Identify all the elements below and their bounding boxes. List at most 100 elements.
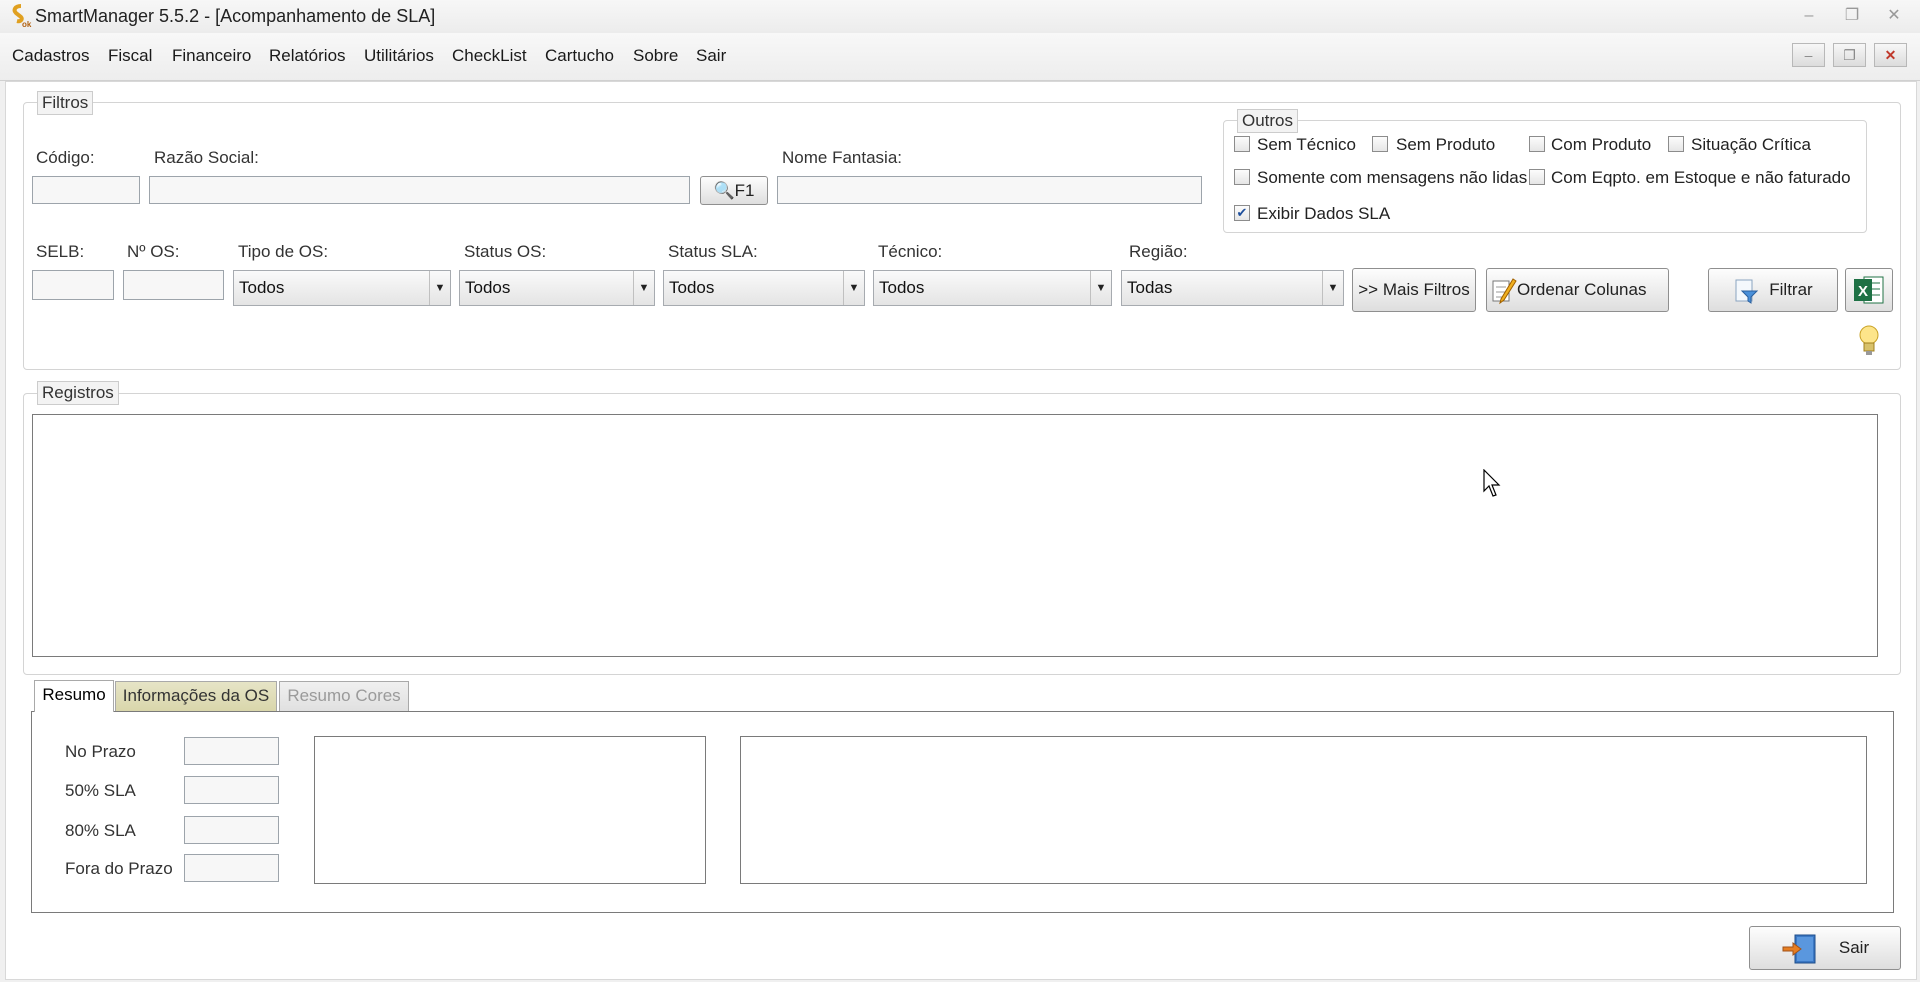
status-sla-select[interactable]: Todos ▼	[663, 270, 865, 306]
lightbulb-icon[interactable]	[1858, 324, 1880, 358]
mdi-minimize-button[interactable]: –	[1792, 43, 1825, 67]
menu-checklist[interactable]: CheckList	[452, 46, 527, 66]
chevron-down-icon[interactable]: ▼	[843, 271, 864, 305]
edit-columns-icon	[1492, 277, 1517, 304]
sair-label: Sair	[1838, 938, 1870, 957]
menu-utilitarios[interactable]: Utilitários	[364, 46, 434, 66]
tecnico-label: Técnico:	[878, 242, 943, 261]
ordenar-colunas-label: Ordenar Colunas	[1517, 280, 1647, 299]
codigo-input[interactable]	[32, 176, 140, 204]
menu-cartucho[interactable]: Cartucho	[545, 46, 614, 66]
sair-button[interactable]: Sair	[1749, 926, 1901, 970]
mensagens-nao-lidas-checkbox[interactable]	[1234, 169, 1250, 185]
menu-fiscal[interactable]: Fiscal	[108, 46, 152, 66]
razao-social-label: Razão Social:	[154, 148, 259, 167]
com-produto-checkbox[interactable]	[1529, 136, 1545, 152]
menu-cadastros[interactable]: Cadastros	[12, 46, 89, 66]
nome-fantasia-label: Nome Fantasia:	[782, 148, 902, 167]
situacao-critica-checkbox[interactable]	[1668, 136, 1684, 152]
sla-80-field	[184, 816, 279, 844]
fora-do-prazo-field	[184, 854, 279, 882]
tab-resumo-cores[interactable]: Resumo Cores	[279, 681, 409, 711]
regiao-select[interactable]: Todas ▼	[1121, 270, 1344, 306]
status-os-label: Status OS:	[464, 242, 547, 261]
tipo-os-value: Todos	[239, 278, 285, 297]
sem-tecnico-checkbox[interactable]	[1234, 136, 1250, 152]
chevron-down-icon[interactable]: ▼	[633, 271, 654, 305]
selb-label: SELB:	[36, 242, 85, 261]
sla-80-label: 80% SLA	[65, 821, 136, 840]
title-bar: ok SmartManager 5.5.2 - [Acompanhamento …	[0, 0, 1920, 33]
chevron-down-icon[interactable]: ▼	[1322, 271, 1343, 305]
razao-social-input[interactable]	[149, 176, 690, 204]
filtrar-label: Filtrar	[1769, 280, 1813, 299]
window-close-button[interactable]: ✕	[1876, 4, 1912, 28]
status-os-value: Todos	[465, 278, 511, 297]
chevron-down-icon[interactable]: ▼	[429, 271, 450, 305]
tipo-os-label: Tipo de OS:	[238, 242, 329, 261]
sem-produto-checkbox[interactable]	[1372, 136, 1388, 152]
menu-sair[interactable]: Sair	[696, 46, 726, 66]
sem-produto-label: Sem Produto	[1396, 135, 1496, 154]
mais-filtros-button[interactable]: >> Mais Filtros	[1352, 268, 1476, 312]
tab-resumo[interactable]: Resumo	[34, 680, 114, 712]
status-sla-label: Status SLA:	[668, 242, 758, 261]
sla-50-field	[184, 776, 279, 804]
menu-sobre[interactable]: Sobre	[633, 46, 678, 66]
selb-input[interactable]	[32, 270, 114, 300]
com-produto-label: Com Produto	[1551, 135, 1652, 154]
ordenar-colunas-button[interactable]: Ordenar Colunas	[1486, 268, 1669, 312]
tipo-os-select[interactable]: Todos ▼	[233, 270, 451, 306]
regiao-label: Região:	[1129, 242, 1188, 261]
f1-search-button[interactable]: 🔍F1	[700, 176, 768, 205]
fora-do-prazo-label: Fora do Prazo	[65, 859, 173, 878]
menu-bar: Cadastros Fiscal Financeiro Relatórios U…	[0, 33, 1920, 81]
situacao-critica-label: Situação Crítica	[1691, 135, 1811, 154]
nome-fantasia-input[interactable]	[777, 176, 1202, 204]
mensagens-nao-lidas-label: Somente com mensagens não lidas	[1257, 168, 1528, 187]
no-prazo-label: No Prazo	[65, 742, 136, 761]
checkmark-icon: ✔	[1236, 205, 1248, 220]
sla-50-label: 50% SLA	[65, 781, 136, 800]
filtrar-button[interactable]: Filtrar	[1708, 268, 1838, 312]
exibir-dados-sla-label: Exibir Dados SLA	[1257, 204, 1391, 223]
f1-button-label: F1	[734, 181, 755, 200]
window-title: SmartManager 5.5.2 - [Acompanhamento de …	[35, 6, 436, 26]
codigo-label: Código:	[36, 148, 95, 167]
window-minimize-button[interactable]: –	[1791, 4, 1827, 28]
tecnico-value: Todos	[879, 278, 925, 297]
mdi-restore-button[interactable]: ❐	[1833, 43, 1866, 67]
status-sla-value: Todos	[669, 278, 715, 297]
filtros-legend: Filtros	[37, 91, 94, 115]
tecnico-select[interactable]: Todos ▼	[873, 270, 1112, 306]
svg-text:X: X	[1858, 283, 1868, 300]
magnifier-icon: 🔍	[713, 181, 735, 200]
menu-financeiro[interactable]: Financeiro	[172, 46, 251, 66]
excel-icon: X	[1854, 276, 1884, 304]
no-prazo-field	[184, 737, 279, 765]
resumo-panel-right	[740, 736, 1867, 884]
chevron-down-icon[interactable]: ▼	[1090, 271, 1111, 305]
window-restore-button[interactable]: ❐	[1834, 4, 1870, 28]
exibir-dados-sla-checkbox[interactable]: ✔	[1234, 205, 1250, 221]
outros-legend: Outros	[1237, 109, 1299, 133]
registros-legend: Registros	[37, 381, 119, 405]
export-excel-button[interactable]: X	[1845, 268, 1893, 312]
resumo-panel-left	[314, 736, 706, 884]
tab-informacoes-os[interactable]: Informações da OS	[115, 681, 277, 711]
svg-text:ok: ok	[22, 20, 32, 29]
app-logo-icon: ok	[12, 4, 32, 29]
filter-document-icon	[1735, 279, 1759, 304]
numero-os-label: Nº OS:	[127, 242, 180, 261]
registros-grid[interactable]	[32, 414, 1878, 657]
status-os-select[interactable]: Todos ▼	[459, 270, 655, 306]
regiao-value: Todas	[1127, 278, 1173, 297]
mdi-close-button[interactable]: ✕	[1874, 43, 1907, 67]
numero-os-input[interactable]	[123, 270, 224, 300]
eqpto-estoque-checkbox[interactable]	[1529, 169, 1545, 185]
eqpto-estoque-label: Com Eqpto. em Estoque e não faturado	[1551, 168, 1851, 187]
mouse-cursor-icon	[1483, 469, 1501, 497]
exit-door-icon	[1782, 934, 1816, 964]
menu-relatorios[interactable]: Relatórios	[269, 46, 346, 66]
sem-tecnico-label: Sem Técnico	[1257, 135, 1356, 154]
